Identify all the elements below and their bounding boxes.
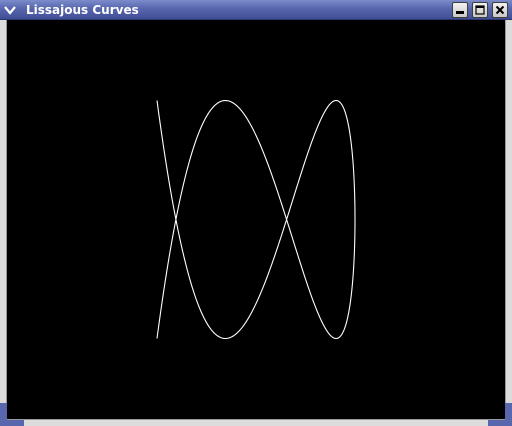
close-button[interactable] xyxy=(492,2,508,18)
window-title: Lissajous Curves xyxy=(26,3,139,17)
lissajous-plot xyxy=(156,99,356,340)
minimize-button[interactable] xyxy=(452,2,468,18)
app-window: Lissajous Curves xyxy=(0,0,512,426)
window-frame-left[interactable] xyxy=(0,20,7,420)
maximize-icon xyxy=(475,5,485,15)
resize-grip-bottom-left-edge[interactable] xyxy=(0,420,24,426)
chevron-down-icon xyxy=(4,6,16,15)
lissajous-curve xyxy=(156,99,356,340)
close-icon xyxy=(495,5,505,15)
window-frame-right[interactable] xyxy=(505,20,512,420)
maximize-button[interactable] xyxy=(472,2,488,18)
minimize-icon xyxy=(456,11,464,14)
window-frame-bottom[interactable] xyxy=(0,419,512,426)
resize-grip-bottom-right-edge[interactable] xyxy=(488,420,512,426)
window-menu-button[interactable] xyxy=(2,2,18,18)
title-bar[interactable]: Lissajous Curves xyxy=(0,0,512,20)
drawing-canvas xyxy=(7,20,505,419)
